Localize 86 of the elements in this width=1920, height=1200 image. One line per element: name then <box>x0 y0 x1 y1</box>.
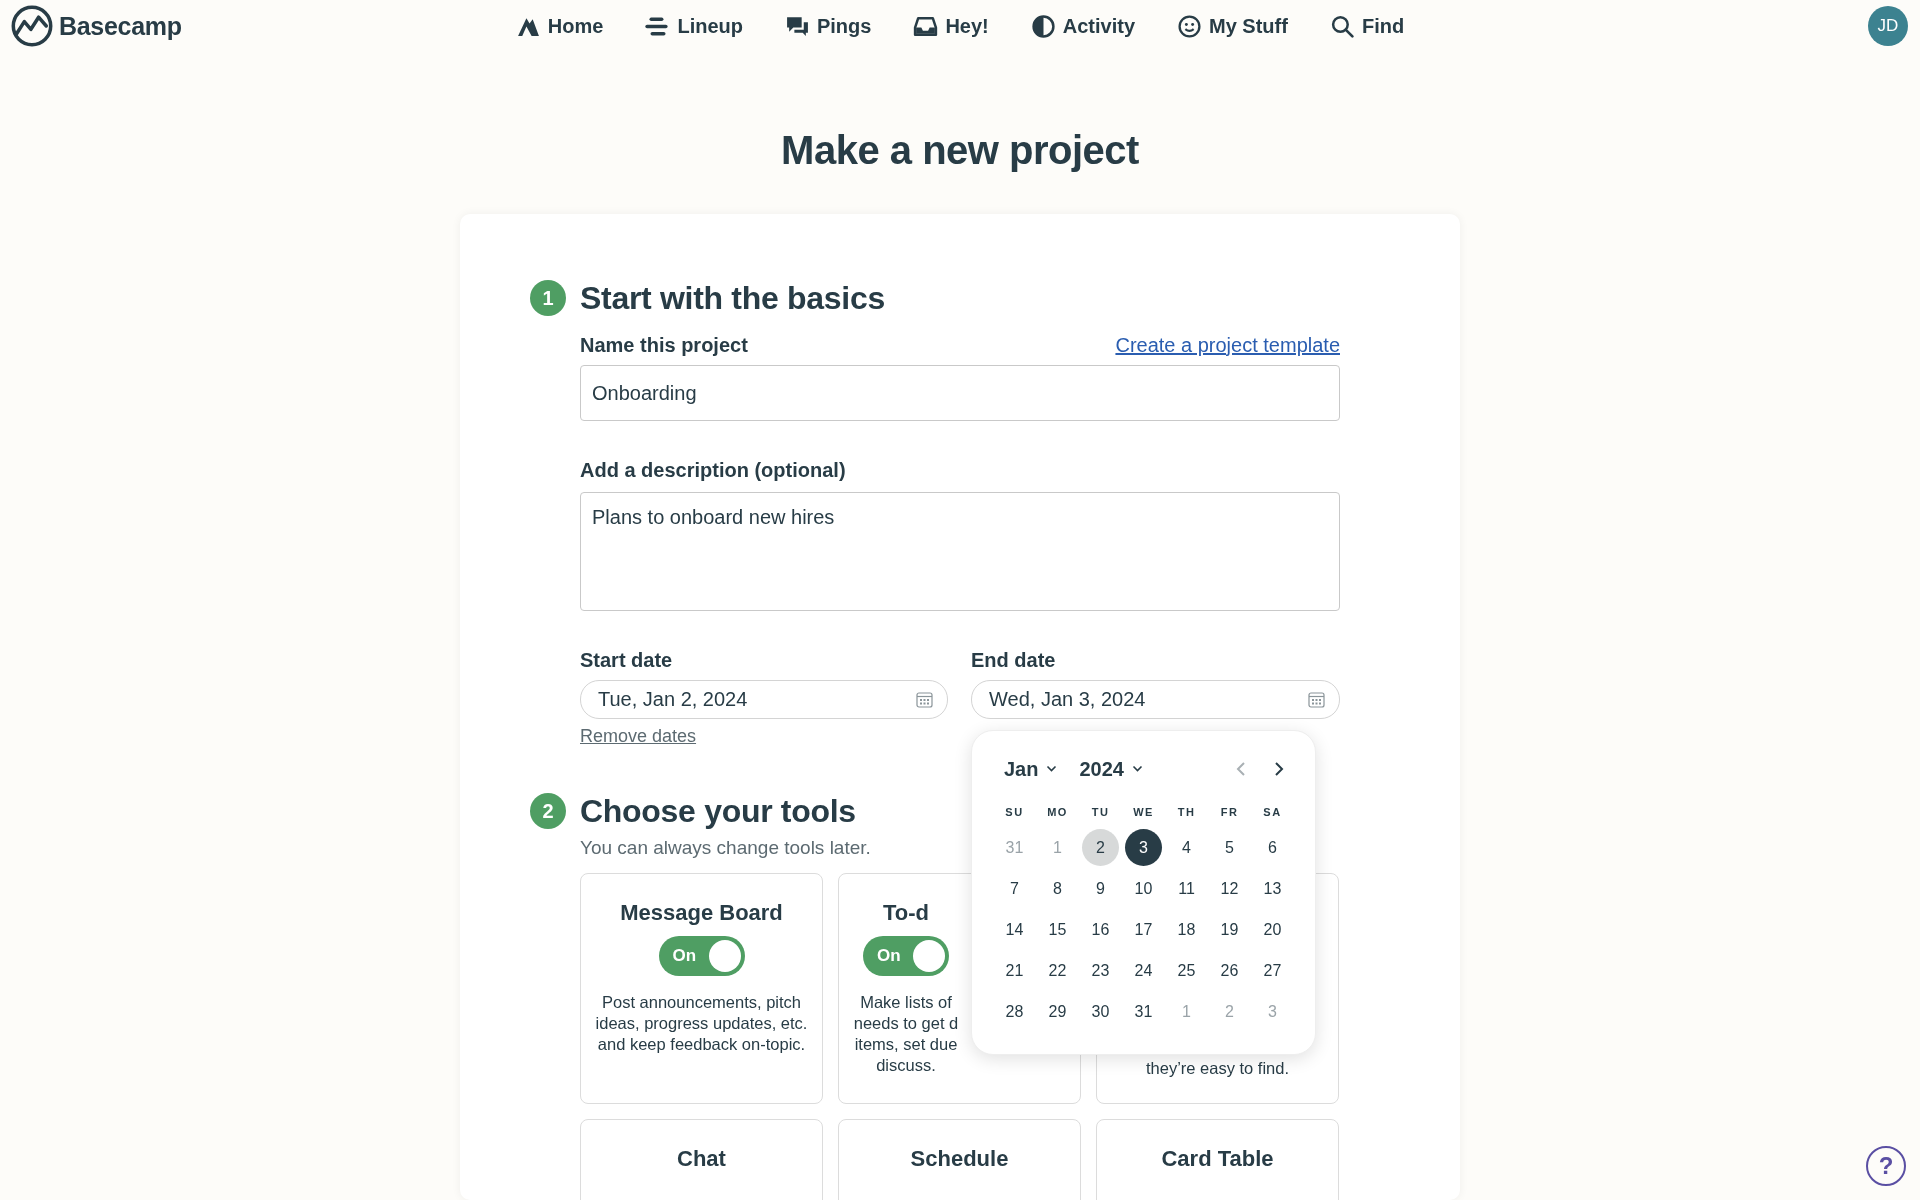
calendar-day[interactable]: 6 <box>1254 829 1291 866</box>
section-heading: Start with the basics <box>580 279 885 318</box>
nav-link[interactable]: Find <box>1327 9 1407 43</box>
caret-icon <box>1131 765 1143 773</box>
calendar-day[interactable]: 8 <box>1039 870 1076 907</box>
field-label: Start date <box>580 649 673 671</box>
calendar-day[interactable]: 12 <box>1211 870 1248 907</box>
calendar-day[interactable]: 25 <box>1168 952 1205 989</box>
weekday-label: SA <box>1262 805 1283 820</box>
tool-description-line: items, set due <box>854 1034 958 1055</box>
user-avatar[interactable]: JD <box>1868 6 1908 46</box>
weekday-label: FR <box>1219 805 1240 820</box>
nav-link[interactable]: Lineup <box>643 9 745 43</box>
calendar-day[interactable]: 13 <box>1254 870 1291 907</box>
step-number: 2 <box>530 793 566 829</box>
calendar-day[interactable]: 31 <box>1125 993 1162 1030</box>
calendar-day[interactable]: 22 <box>1039 952 1076 989</box>
tool-description-line: Make lists of <box>860 992 952 1013</box>
nav-link[interactable]: Activity <box>1028 9 1138 43</box>
calendar-day[interactable]: 15 <box>1039 911 1076 948</box>
calendar-day[interactable]: 5 <box>1211 829 1248 866</box>
search-icon <box>1329 13 1355 39</box>
field-label: Add a description (optional) <box>580 459 846 482</box>
tool-title: Message Board <box>620 900 783 926</box>
date-field[interactable]: Tue, Jan 2, 2024 <box>580 680 948 719</box>
month-dropdown[interactable]: Jan <box>1004 757 1058 781</box>
calendar-day[interactable]: 23 <box>1082 952 1119 989</box>
section-subtitle: You can always change tools later. <box>580 837 871 859</box>
tool-title: Chat <box>677 1146 726 1172</box>
smiley-icon <box>1177 13 1203 39</box>
weekday-label: TU <box>1090 805 1111 820</box>
tool-description-line: they’re easy to find. <box>1145 1058 1290 1079</box>
calendar-icon <box>1308 691 1325 708</box>
weekday-label: WE <box>1132 805 1155 820</box>
nav-link[interactable]: My Stuff <box>1175 9 1290 43</box>
calendar-day[interactable]: 29 <box>1039 993 1076 1030</box>
weekday-label: SU <box>1004 805 1025 820</box>
calendar-day[interactable]: 26 <box>1211 952 1248 989</box>
calendar-day[interactable]: 4 <box>1168 829 1205 866</box>
calendar-day[interactable]: 11 <box>1168 870 1205 907</box>
calendar-day[interactable]: 20 <box>1254 911 1291 948</box>
calendar-day[interactable]: 28 <box>996 993 1033 1030</box>
nav-link[interactable]: Home <box>513 9 606 43</box>
chevron-icon <box>1235 761 1247 777</box>
section-heading: Choose your tools <box>580 792 856 831</box>
calendar-day[interactable]: 30 <box>1082 993 1119 1030</box>
help-button[interactable]: ? <box>1866 1146 1906 1186</box>
tool-description: Post announcements, pitch ideas, progress updates, etc. and keep feedback on-topic. <box>594 992 809 1055</box>
nav-link[interactable]: Hey! <box>911 9 991 43</box>
calendar-day[interactable]: 24 <box>1125 952 1162 989</box>
calendar-day[interactable]: 19 <box>1211 911 1248 948</box>
calendar-day[interactable]: 21 <box>996 952 1033 989</box>
calendar-day[interactable]: 2 <box>1082 829 1119 866</box>
calendar-day[interactable]: 14 <box>996 911 1033 948</box>
weekday-label: TH <box>1176 805 1197 820</box>
tool-description-line: needs to get d <box>853 1013 959 1034</box>
calendar-day[interactable]: 17 <box>1125 911 1162 948</box>
calendar-day[interactable]: 16 <box>1082 911 1119 948</box>
field-label: End date <box>971 649 1056 671</box>
input-field[interactable]: Onboarding <box>580 365 1340 421</box>
calendar-day[interactable]: 10 <box>1125 870 1162 907</box>
pie-chart-icon <box>1030 13 1056 39</box>
chevron-icon <box>1273 761 1285 777</box>
calendar-day[interactable]: 18 <box>1168 911 1205 948</box>
calendar-day[interactable]: 27 <box>1254 952 1291 989</box>
field-label: Name this project <box>580 334 748 357</box>
tool-title: Schedule <box>910 1146 1009 1172</box>
tool-description-line: discuss. <box>876 1055 936 1076</box>
logo-icon <box>10 4 54 48</box>
date-field[interactable]: Wed, Jan 3, 2024 <box>971 680 1340 719</box>
page-title: Make a new project <box>781 127 1139 174</box>
step-number: 1 <box>530 280 566 316</box>
template-link[interactable]: Create a project template <box>1115 334 1340 357</box>
tool-title: To-d <box>883 900 929 926</box>
weekday-label: MO <box>1046 805 1069 820</box>
remove-dates-link[interactable]: Remove dates <box>580 726 697 747</box>
year-dropdown[interactable]: 2024 <box>1079 757 1143 781</box>
calendar-day[interactable]: 7 <box>996 870 1033 907</box>
calendar-day[interactable]: 9 <box>1082 870 1119 907</box>
nav-link[interactable]: Pings <box>782 9 874 43</box>
tool-title: Card Table <box>1161 1146 1274 1172</box>
calendar-icon <box>916 691 933 708</box>
caret-icon <box>1046 765 1058 773</box>
calendar-day[interactable]: 3 <box>1125 829 1162 866</box>
basecamp-logo[interactable]: Basecamp <box>10 4 182 48</box>
textarea-field[interactable]: Plans to onboard new hires <box>580 492 1340 611</box>
